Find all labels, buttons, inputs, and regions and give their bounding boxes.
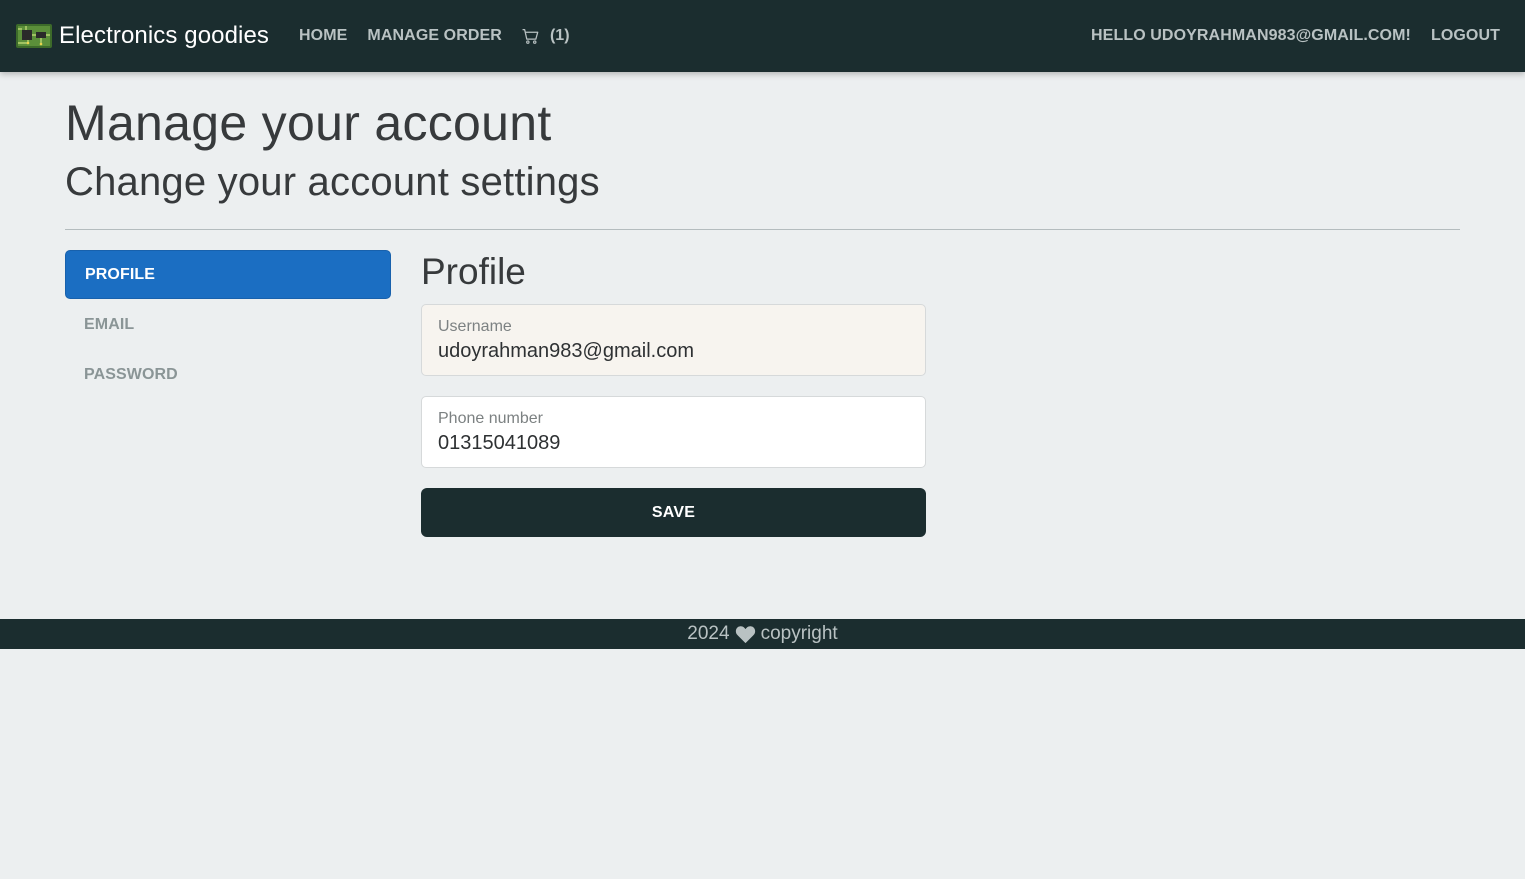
username-field[interactable]: Username [421, 304, 926, 376]
brand-name: Electronics goodies [59, 22, 270, 49]
phone-field[interactable]: Phone number [421, 396, 926, 468]
settings-side-nav: Profile Email Password [65, 250, 391, 537]
footer-copyright: copyright [760, 623, 838, 644]
settings-row: Profile Email Password Profile Username … [65, 250, 1460, 537]
save-button[interactable]: Save [421, 488, 926, 537]
divider [65, 229, 1460, 230]
brand-link[interactable]: Electronics goodies [16, 22, 269, 50]
logout-button[interactable]: Logout [1421, 27, 1510, 45]
profile-form: Profile Username Phone number Save [421, 250, 926, 537]
cart-link[interactable]: (1) [512, 27, 580, 45]
main-content: Manage your account Change your account … [65, 72, 1460, 537]
main-nav: Home Manage Order (1) [289, 27, 580, 45]
page-subtitle: Change your account settings [65, 160, 600, 204]
side-nav-password[interactable]: Password [65, 350, 391, 399]
circuit-board-icon [16, 24, 52, 48]
cart-count: (1) [549, 27, 570, 44]
account-nav: Hello udoyrahman983@gmail.com! Logout [1081, 27, 1510, 45]
phone-input[interactable] [438, 432, 908, 455]
account-greeting-link[interactable]: Hello udoyrahman983@gmail.com! [1081, 27, 1421, 45]
username-input[interactable] [438, 340, 908, 363]
nav-home-link[interactable]: Home [289, 27, 357, 45]
page-title: Manage your account [65, 95, 552, 151]
footer: 2024 copyright [0, 619, 1525, 649]
section-title: Profile [421, 251, 526, 292]
phone-label: Phone number [438, 410, 543, 427]
nav-manage-order-link[interactable]: Manage Order [357, 27, 512, 45]
side-nav-email[interactable]: Email [65, 300, 391, 349]
side-nav-profile[interactable]: Profile [65, 250, 391, 299]
heart-icon [735, 625, 755, 643]
cart-icon [522, 28, 539, 44]
username-label: Username [438, 318, 512, 335]
top-navbar: Electronics goodies Home Manage Order (1… [0, 0, 1525, 72]
footer-year: 2024 [687, 623, 730, 644]
